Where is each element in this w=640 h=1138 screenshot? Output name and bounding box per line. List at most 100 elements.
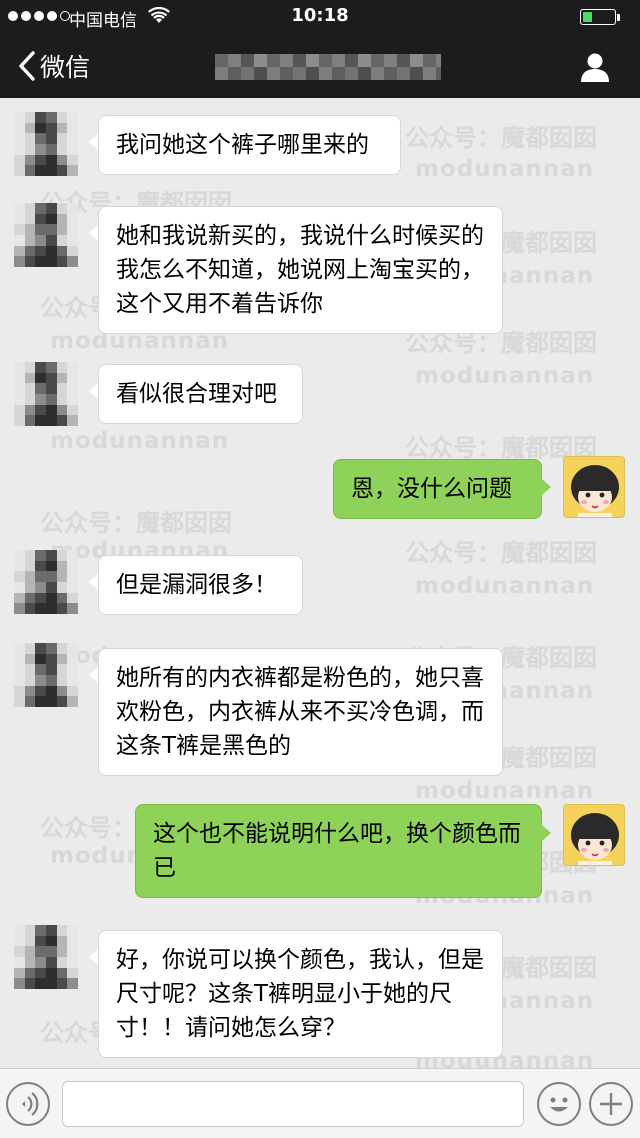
avatar-pixel	[35, 165, 47, 177]
avatar-pixel	[46, 112, 57, 123]
avatar-pixel	[35, 245, 47, 257]
avatar-pixel	[56, 362, 68, 373]
avatar-pixel	[35, 653, 47, 665]
avatar-pixel	[14, 592, 25, 604]
avatar-pixel	[46, 383, 57, 395]
avatar-pixel	[14, 675, 25, 686]
avatar-pixel	[56, 967, 68, 979]
avatar-pixel	[14, 154, 25, 166]
message-bubble[interactable]: 但是漏洞很多！	[98, 555, 303, 615]
message-text: 她和我说新买的，我说什么时候买的我怎么不知道，她说网上淘宝买的，这个又用不着告诉…	[116, 223, 484, 317]
message-input[interactable]	[62, 1081, 524, 1127]
avatar-blurred[interactable]	[14, 643, 79, 708]
avatar-blurred[interactable]	[14, 925, 79, 990]
avatar-pixel	[56, 112, 68, 123]
emoji-button[interactable]	[537, 1082, 581, 1126]
avatar-pixel	[67, 675, 79, 686]
avatar-pixel	[24, 203, 36, 214]
avatar-pixel	[67, 685, 79, 697]
avatar-pixel	[56, 675, 68, 686]
avatar-pixel	[67, 144, 79, 155]
avatar-pixel	[35, 550, 47, 561]
bubble-tail	[541, 478, 551, 496]
avatar-pixel	[24, 978, 36, 990]
avatar-pixel	[67, 696, 79, 708]
avatar-pixel	[24, 154, 36, 166]
avatar-pixel	[24, 144, 36, 155]
person-icon[interactable]	[578, 50, 612, 84]
message-bubble[interactable]: 恩，没什么问题	[333, 459, 542, 519]
avatar-pixel	[14, 664, 25, 676]
avatar-pixel	[35, 685, 47, 697]
avatar-pixel	[14, 685, 25, 697]
chat-area[interactable]: 公众号：魔都囡囡 modunannan 公众号：魔都囡囡 公众号：魔都囡囡 mo…	[0, 98, 640, 1068]
avatar-pixel	[46, 203, 57, 214]
message-bubble[interactable]: 她所有的内衣裤都是粉色的，她只喜欢粉色，内衣裤从来不买冷色调，而这条T裤是黑色的	[98, 648, 503, 776]
avatar-me[interactable]	[563, 456, 625, 518]
avatar-pixel	[35, 235, 47, 246]
avatar-blurred[interactable]	[14, 550, 79, 615]
avatar-pixel	[35, 144, 47, 155]
plus-button[interactable]	[589, 1082, 633, 1126]
avatar-pixel	[24, 582, 36, 593]
avatar-pixel	[56, 550, 68, 561]
avatar-pixel	[24, 560, 36, 572]
avatar-pixel	[35, 154, 47, 166]
avatar-blurred[interactable]	[14, 112, 79, 177]
message-bubble[interactable]: 她和我说新买的，我说什么时候买的我怎么不知道，她说网上淘宝买的，这个又用不着告诉…	[98, 206, 503, 334]
message-bubble[interactable]: 看似很合理对吧	[98, 364, 303, 424]
avatar-pixel	[14, 122, 25, 134]
avatar-pixel	[24, 224, 36, 236]
watermark-en: modunannan	[415, 778, 595, 804]
avatar-pixel	[56, 946, 68, 958]
avatar-pixel	[67, 643, 79, 654]
avatar-blurred[interactable]	[14, 362, 79, 427]
avatar-pixel	[24, 235, 36, 246]
avatar-me[interactable]	[563, 804, 625, 866]
message-text: 她所有的内衣裤都是粉色的，她只喜欢粉色，内衣裤从来不买冷色调，而这条T裤是黑色的	[116, 665, 484, 759]
avatar-pixel	[67, 978, 79, 990]
avatar-pixel	[24, 603, 36, 615]
avatar-pixel	[46, 415, 57, 427]
avatar-pixel	[56, 935, 68, 947]
avatar-pixel	[14, 203, 25, 214]
avatar-pixel	[56, 653, 68, 665]
avatar-pixel	[24, 675, 36, 686]
avatar-pixel	[14, 404, 25, 416]
back-label: 微信	[40, 53, 91, 82]
message-bubble[interactable]: 好，你说可以换个颜色，我认，但是尺寸呢？这条T裤明显小于她的尺寸！！请问她怎么穿…	[98, 930, 503, 1058]
back-button[interactable]: 微信	[18, 48, 90, 84]
avatar-pixel	[35, 582, 47, 593]
avatar-pixel	[14, 235, 25, 246]
message-bubble[interactable]: 我问她这个裤子哪里来的	[98, 115, 401, 175]
message-bubble[interactable]: 这个也不能说明什么吧，换个颜色而已	[135, 804, 542, 898]
avatar-pixel	[24, 592, 36, 604]
avatar-pixel	[67, 967, 79, 979]
message-text: 好，你说可以换个颜色，我认，但是尺寸呢？这条T裤明显小于她的尺寸！！请问她怎么穿…	[116, 947, 484, 1041]
avatar-pixel	[56, 685, 68, 697]
avatar-pixel	[24, 165, 36, 177]
avatar-pixel	[67, 165, 79, 177]
avatar-pixel	[46, 394, 57, 405]
avatar-pixel	[24, 571, 36, 583]
avatar-pixel	[14, 550, 25, 561]
avatar-pixel	[14, 256, 25, 268]
avatar-blurred[interactable]	[14, 203, 79, 268]
status-bar: 中国电信 10:18	[0, 0, 640, 34]
avatar-pixel	[14, 144, 25, 155]
battery-cap	[617, 14, 620, 21]
avatar-pixel	[14, 603, 25, 615]
avatar-pixel	[67, 571, 79, 583]
avatar-pixel	[14, 957, 25, 968]
avatar-pixel	[46, 404, 57, 416]
avatar-pixel	[35, 571, 47, 583]
avatar-pixel	[46, 653, 57, 665]
avatar-pixel	[24, 946, 36, 958]
avatar-pixel	[67, 394, 79, 405]
message-text: 这个也不能说明什么吧，换个颜色而已	[153, 821, 521, 881]
avatar-pixel	[35, 664, 47, 676]
battery-icon	[580, 9, 616, 25]
avatar-pixel	[14, 362, 25, 373]
voice-button[interactable]	[6, 1082, 50, 1126]
avatar-pixel	[67, 112, 79, 123]
